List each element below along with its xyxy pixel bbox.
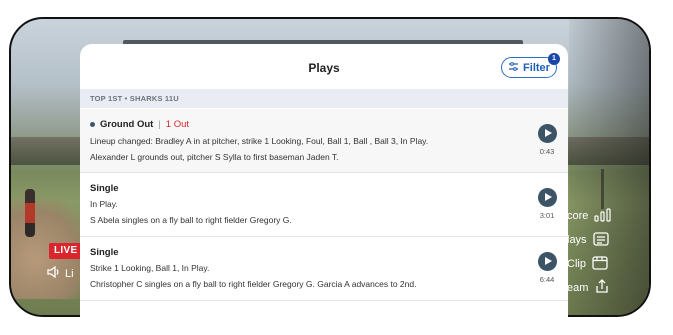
share-icon	[594, 279, 610, 297]
play-description: Lineup changed: Bradley A in at pitcher,…	[90, 136, 429, 146]
play-separator: |	[158, 119, 161, 130]
play-clip-icon[interactable]	[538, 124, 557, 143]
side-label: lays	[567, 234, 587, 246]
bar-chart-icon	[594, 207, 612, 225]
play-item[interactable]: Single In Play. S Abela singles on a fly…	[80, 173, 568, 237]
play-description: Christopher C singles on a fly ball to r…	[90, 279, 417, 289]
filter-icon	[508, 61, 519, 74]
play-description: S Abela singles on a fly ball to right f…	[90, 215, 292, 225]
volume-label: Li	[65, 267, 74, 280]
play-title-row: Single	[90, 247, 119, 258]
play-description: In Play.	[90, 199, 118, 209]
play-title-row: Single	[90, 183, 119, 194]
play-item[interactable]: Ground Out | 1 Out Lineup changed: Bradl…	[80, 109, 568, 173]
play-outs: 1 Out	[165, 119, 190, 130]
scoreboard-button[interactable]: core	[567, 204, 647, 228]
side-label: Clip	[567, 258, 586, 270]
clip-icon	[592, 255, 608, 273]
filter-count-badge: 1	[548, 53, 560, 65]
list-icon	[592, 231, 609, 249]
current-play-dot-icon	[90, 122, 95, 127]
inning-header: TOP 1ST • SHARKS 11U	[80, 89, 568, 108]
video-player-figure	[25, 189, 35, 237]
play-description: Strike 1 Looking, Ball 1, In Play.	[90, 263, 210, 273]
play-clip-icon[interactable]	[538, 252, 557, 271]
play-title-row: Ground Out | 1 Out	[90, 119, 189, 130]
volume-control[interactable]: Li	[47, 265, 74, 281]
speaker-icon	[47, 265, 61, 281]
clip-button[interactable]: Clip	[567, 252, 647, 276]
side-label: core	[567, 210, 589, 222]
panel-title: Plays	[308, 61, 340, 75]
plays-panel: Plays Filter 1 TOP 1ST • SHARKS 11U Grou…	[80, 44, 568, 335]
play-title: Single	[90, 247, 119, 258]
play-title: Ground Out	[100, 119, 154, 130]
play-time: 3:01	[539, 211, 555, 220]
side-label: eam	[567, 282, 589, 294]
play-time: 6:44	[539, 275, 555, 284]
play-description: Alexander L grounds out, pitcher S Sylla…	[90, 152, 339, 162]
play-clip-icon[interactable]	[538, 188, 557, 207]
play-time: 0:43	[539, 147, 555, 156]
video-side-controls: core lays Clip eam	[567, 204, 647, 300]
stream-share-button[interactable]: eam	[567, 276, 647, 300]
plays-button[interactable]: lays	[567, 228, 647, 252]
filter-label: Filter	[523, 61, 550, 74]
panel-header: Plays Filter 1	[80, 44, 568, 88]
play-item[interactable]: Single Strike 1 Looking, Ball 1, In Play…	[80, 237, 568, 301]
play-title: Single	[90, 183, 119, 194]
